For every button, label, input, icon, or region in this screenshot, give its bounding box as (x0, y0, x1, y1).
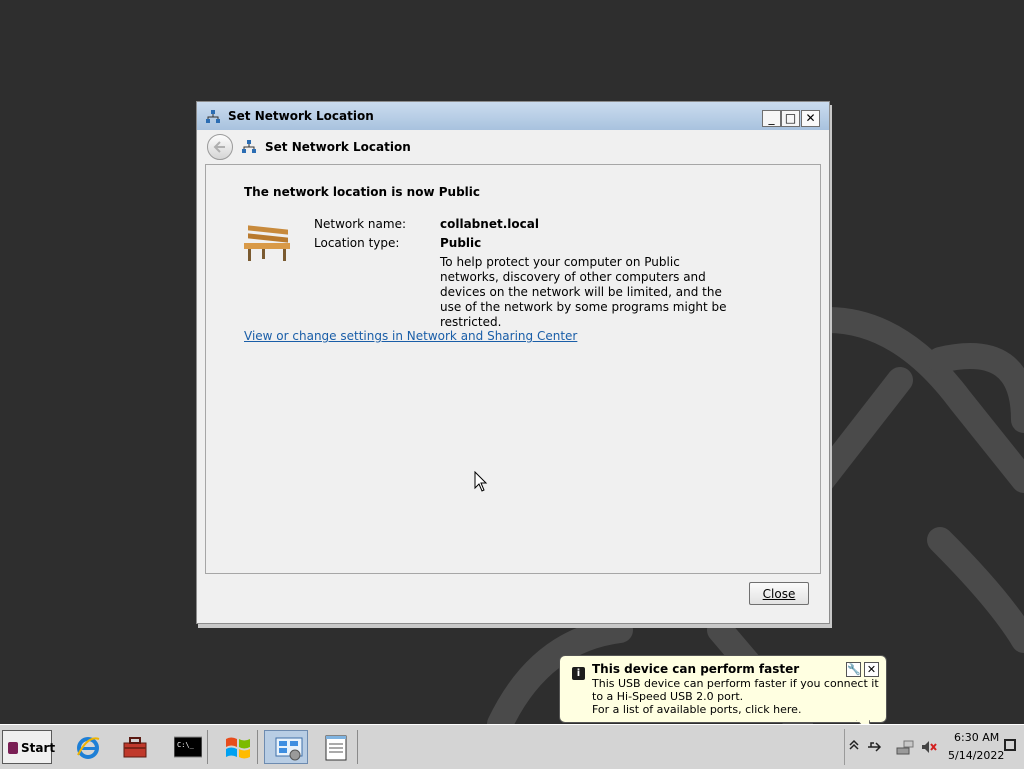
status-headline: The network location is now Public (244, 185, 481, 199)
network-status-icon[interactable] (896, 739, 914, 755)
park-bench-icon (244, 225, 290, 261)
close-button[interactable]: Close (749, 582, 809, 605)
balloon-close-button[interactable]: ✕ (864, 662, 879, 677)
show-desktop-button[interactable] (1004, 739, 1016, 751)
network-name-value: collabnet.local (440, 217, 539, 231)
close-window-button[interactable]: ✕ (801, 110, 820, 127)
content-panel: The network location is now Public Netwo… (205, 164, 821, 574)
back-arrow-icon (213, 141, 225, 153)
location-type-value: Public (440, 236, 482, 250)
start-flag-icon (8, 742, 18, 754)
control-panel-icon (275, 737, 303, 761)
clock-date[interactable]: 5/14/2022 (948, 749, 1004, 762)
balloon-message: This USB device can perform faster if yo… (592, 677, 884, 716)
public-network-description: To help protect your computer on Public … (440, 255, 727, 329)
usb-notification-balloon[interactable]: i This device can perform faster This US… (559, 655, 887, 723)
page-title: Set Network Location (265, 140, 411, 154)
maximize-button[interactable]: □ (781, 110, 800, 127)
windows-logo-icon (226, 737, 250, 759)
svg-text:C:\_: C:\_ (177, 741, 195, 749)
taskbar-internet-explorer[interactable] (66, 730, 110, 764)
show-hidden-icons-icon[interactable] (849, 739, 859, 751)
network-icon (242, 140, 256, 153)
navigation-bar: Set Network Location (197, 130, 829, 164)
start-label: Start (21, 741, 56, 755)
toolbox-icon (123, 737, 147, 758)
volume-muted-icon[interactable] (921, 739, 937, 755)
wrench-icon[interactable]: 🔧 (846, 662, 861, 677)
taskbar: Start C:\_ (0, 724, 1024, 769)
network-sharing-center-link[interactable]: View or change settings in Network and S… (244, 329, 577, 343)
taskbar-toolbox[interactable] (112, 730, 156, 764)
back-button[interactable] (207, 134, 233, 160)
taskbar-control-panel[interactable] (264, 730, 308, 764)
minimize-button[interactable]: _ (762, 110, 781, 127)
title-bar[interactable]: Set Network Location _ □ ✕ (197, 102, 829, 130)
info-icon: i (572, 667, 585, 680)
network-name-label: Network name: (314, 217, 406, 231)
taskbar-windows-logo[interactable] (214, 730, 258, 764)
internet-explorer-icon (77, 737, 100, 759)
clock-time[interactable]: 6:30 AM (954, 731, 999, 744)
network-icon (206, 110, 220, 123)
taskbar-notepad[interactable] (314, 730, 358, 764)
balloon-title: This device can perform faster (592, 662, 800, 676)
mouse-cursor-icon (474, 471, 488, 492)
command-prompt-icon: C:\_ (174, 736, 202, 758)
set-network-location-window: Set Network Location _ □ ✕ Set Network L… (196, 101, 830, 624)
location-type-label: Location type: (314, 236, 400, 250)
balloon-line-2[interactable]: For a list of available ports, click her… (592, 703, 884, 716)
tray-separator (844, 729, 845, 765)
start-button[interactable]: Start (2, 730, 56, 764)
usb-device-icon[interactable] (866, 739, 882, 755)
balloon-line-1: This USB device can perform faster if yo… (592, 677, 879, 703)
notepad-icon (325, 735, 347, 761)
taskbar-command-prompt[interactable]: C:\_ (164, 730, 208, 764)
window-title: Set Network Location (228, 109, 374, 123)
